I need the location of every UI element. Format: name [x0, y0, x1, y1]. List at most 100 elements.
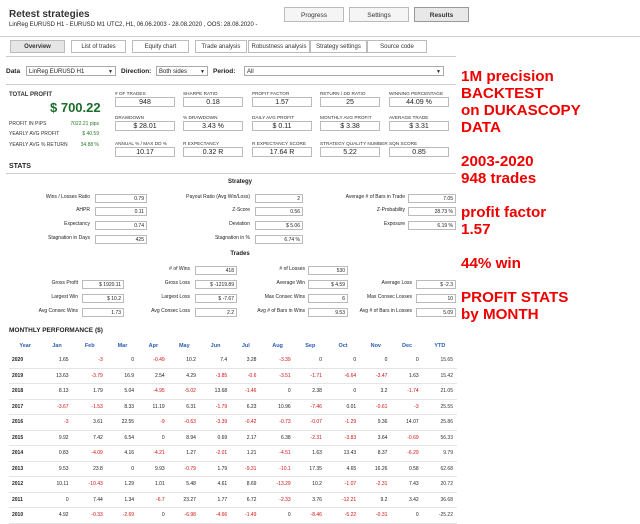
stat-label: # of Losses — [279, 266, 305, 272]
metric-value: $ 0.11 — [252, 121, 312, 131]
year-cell: 2017 — [9, 399, 42, 415]
month-cell: 1.21 — [231, 445, 261, 462]
metric-label: R EXPECTANCY — [183, 141, 220, 146]
results-button[interactable]: Results — [414, 7, 469, 22]
column-header: Jul — [241, 343, 250, 349]
stat-value: 425 — [95, 235, 147, 244]
column-header: Year — [19, 343, 31, 349]
month-cell: -2.33 — [260, 492, 295, 508]
month-cell: -0.33 — [72, 507, 107, 524]
tab-overview[interactable]: Overview — [10, 40, 65, 53]
column-header: Oct — [338, 343, 348, 349]
month-cell: -3.39 — [199, 414, 232, 431]
month-cell: 11.19 — [138, 399, 169, 415]
month-cell: 0 — [325, 383, 361, 400]
tab-source-code[interactable]: Source code — [367, 40, 427, 53]
month-cell: 23.27 — [168, 492, 200, 508]
yearly-return-row: YEARLY AVG % RETURN 34.88 % — [9, 142, 99, 148]
month-cell: -12.21 — [325, 492, 361, 508]
table-row: 2013 9.53 23.8 0 9.93 -0.79 1.79 -9.31 -10.1 17.3… — [9, 461, 457, 477]
overlay-line: 1.57 — [461, 221, 491, 238]
year-cell: 2010 — [9, 507, 42, 524]
settings-button[interactable]: Settings — [349, 7, 409, 22]
month-cell: -0.79 — [168, 461, 200, 477]
overlay-line: PROFIT STATS — [461, 289, 569, 306]
table-row: 2019 13.63 -3.79 16.9 2.54 4.29 -3.85 -0.6 -3.51… — [9, 368, 457, 384]
month-cell: 7.42 — [72, 430, 107, 446]
overlay-line: by MONTH — [461, 306, 539, 323]
month-cell: -1.74 — [391, 383, 423, 400]
metric-label: SHARPE RATIO — [183, 91, 218, 96]
table-body: 2020 1.65 -3 0 -0.49 10.2 7.4 3.28 -3.39 0 0 0 0 15.6… — [9, 353, 457, 524]
data-select[interactable]: LinReg EURUSD H1 ▼ — [26, 66, 116, 76]
stat-label: Gross Loss — [164, 280, 190, 286]
stat-value: 0.11 — [95, 207, 147, 216]
month-cell: 5.04 — [106, 383, 139, 400]
tab-robustness-analysis[interactable]: Robustness analysis — [248, 40, 310, 53]
year-cell: 2012 — [9, 476, 42, 493]
stat-value: 1.73 — [82, 308, 124, 317]
month-cell: 6.72 — [231, 492, 261, 508]
column-header: Feb — [84, 343, 95, 349]
table-header-row: Year Jan Feb Mar Apr May Jun Jul Aug Sep Oct Nov Dec… — [9, 339, 457, 353]
metric-value: 25 — [320, 97, 380, 107]
column-header: Aug — [272, 343, 283, 349]
month-cell: -1.07 — [325, 476, 361, 493]
month-cell: -3.51 — [260, 368, 295, 384]
month-cell: 0 — [138, 430, 169, 446]
divider — [6, 173, 456, 174]
month-cell: 1.65 — [41, 353, 73, 369]
stat-value: $ -1219.89 — [195, 280, 237, 289]
profit-pips-row: PROFIT IN PIPS 7022.21 pips — [9, 121, 99, 127]
stats-heading: STATS — [9, 163, 31, 170]
month-cell: -3.47 — [360, 368, 392, 384]
stat-label: Exposure — [383, 221, 405, 227]
stat-value: $ 10.2 — [82, 294, 124, 303]
stat-label: Avg Consec Wins — [38, 308, 78, 314]
stat-label: Stagnation in Days — [48, 235, 90, 241]
month-cell: 1.34 — [106, 492, 139, 508]
month-cell: -4.09 — [72, 445, 107, 462]
month-cell: -9.31 — [231, 461, 261, 477]
stat-label: Average Win — [276, 280, 305, 286]
overlay-line: 2003-2020 — [461, 153, 534, 170]
yearly-return-label: YEARLY AVG % RETURN — [9, 142, 68, 148]
month-cell: 7.44 — [72, 492, 107, 508]
metric-value: 948 — [115, 97, 175, 107]
month-cell: 0 — [260, 507, 295, 524]
month-cell: -0.69 — [391, 430, 423, 446]
ytd-cell: 25.55 — [422, 399, 457, 415]
period-select[interactable]: All ▼ — [244, 66, 444, 76]
month-cell: 9.2 — [360, 492, 392, 508]
month-cell: 0 — [138, 507, 169, 524]
promo-overlay-text: 1M precision BACKTEST on DUKASCOPY DATA 200… — [461, 68, 639, 323]
profit-pips-label: PROFIT IN PIPS — [9, 121, 47, 127]
metric-sqn-score: SQN SCORE 0.85 — [389, 141, 449, 157]
metric-value: 0.18 — [183, 97, 243, 107]
month-cell: 0 — [391, 353, 423, 369]
column-header: Jan — [52, 343, 62, 349]
metric-value: 17.64 R — [252, 147, 312, 157]
metric-average-trade: AVERAGE TRADE $ 3.31 — [389, 115, 449, 131]
month-cell: -13.29 — [260, 476, 295, 493]
progress-button[interactable]: Progress — [284, 7, 344, 22]
month-cell: 8.94 — [168, 430, 200, 446]
month-cell: -4.21 — [138, 445, 169, 462]
month-cell: 1.63 — [391, 368, 423, 384]
direction-select[interactable]: Both sides ▼ — [156, 66, 208, 76]
tab-trade-analysis[interactable]: Trade analysis — [195, 40, 247, 53]
year-cell: 2015 — [9, 430, 42, 446]
year-cell: 2011 — [9, 492, 42, 508]
ytd-cell: 25.86 — [422, 414, 457, 431]
tab-equity-chart[interactable]: Equity chart — [132, 40, 189, 53]
month-cell: 0 — [294, 353, 326, 369]
month-cell: 10.2 — [294, 476, 326, 493]
month-cell: 0.69 — [199, 430, 232, 446]
table-row: 2010 4.92 -0.33 -2.69 0 -6.98 -4.66 -1.49 0 -8.46… — [9, 507, 457, 524]
ytd-cell: 15.65 — [422, 353, 457, 369]
metric-label: # OF TRADES — [115, 91, 146, 96]
metric-label: DRAWDOWN — [115, 115, 144, 120]
month-cell: 1.79 — [199, 461, 232, 477]
tab-list-of-trades[interactable]: List of trades — [71, 40, 126, 53]
tab-strategy-settings[interactable]: Strategy settings — [310, 40, 367, 53]
